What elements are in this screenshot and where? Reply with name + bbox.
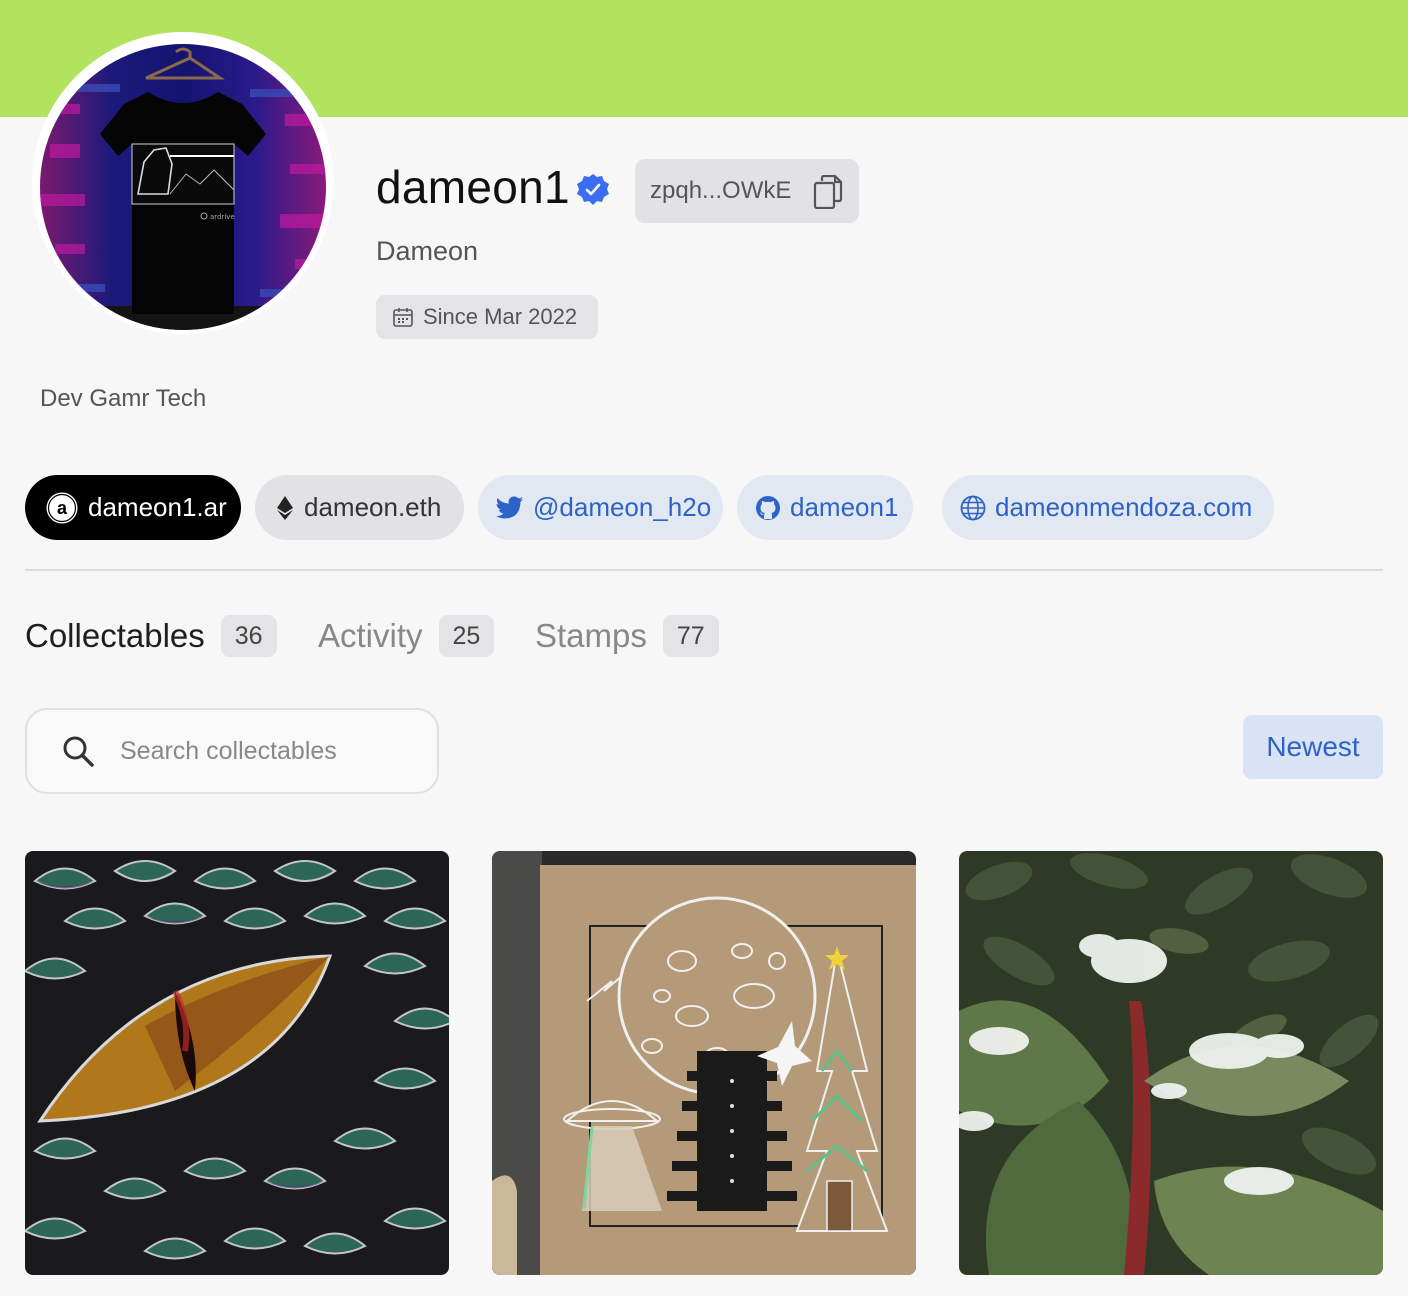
avatar-image: ardrive	[40, 44, 326, 330]
sort-newest-button[interactable]: Newest	[1243, 715, 1383, 779]
twitter-icon	[496, 496, 523, 518]
link-label: @dameon_h2o	[533, 492, 712, 522]
tab-count: 25	[438, 615, 495, 657]
link-label: dameon1.ar	[88, 492, 227, 522]
tab-count: 36	[220, 615, 277, 657]
verified-badge-icon	[577, 174, 609, 205]
tab-label: Collectables	[25, 617, 205, 654]
wallet-address: zpqh...OWkE	[650, 177, 792, 204]
tab-stamps[interactable]: Stamps 77	[535, 612, 719, 660]
link-label: dameon1	[790, 492, 899, 522]
arweave-icon: a	[46, 492, 78, 523]
link-ens-name[interactable]: dameon.eth	[255, 475, 464, 540]
avatar-shirt-text: ardrive	[210, 213, 235, 221]
search-input[interactable]	[120, 736, 420, 766]
ethereum-icon	[277, 495, 293, 520]
link-github[interactable]: dameon1	[737, 475, 913, 540]
calendar-icon	[393, 308, 413, 327]
link-arweave-name[interactable]: a dameon1.ar	[25, 475, 241, 540]
collectable-image-snowy-leaves	[959, 851, 1383, 1275]
tab-collectables[interactable]: Collectables 36	[25, 612, 277, 660]
search-icon	[63, 736, 94, 767]
link-twitter[interactable]: @dameon_h2o	[478, 475, 723, 540]
tab-activity[interactable]: Activity 25	[318, 612, 495, 660]
tab-label: Activity	[318, 617, 423, 654]
collectable-card[interactable]	[492, 851, 916, 1275]
member-since-badge: Since Mar 2022	[376, 295, 598, 339]
divider	[25, 569, 1383, 571]
github-icon	[756, 495, 780, 520]
bio: Dev Gamr Tech	[40, 385, 207, 412]
collectable-card[interactable]	[959, 851, 1383, 1275]
tab-label: Stamps	[535, 617, 647, 654]
link-website[interactable]: dameonmendoza.com	[942, 475, 1274, 540]
avatar: ardrive	[32, 32, 334, 334]
collectable-image-moon-tower	[492, 851, 916, 1275]
copy-icon	[813, 175, 843, 209]
globe-icon	[960, 495, 986, 520]
username: dameon1	[376, 161, 570, 213]
search-box[interactable]	[25, 708, 439, 794]
link-label: dameonmendoza.com	[995, 492, 1253, 522]
wallet-address-copy-button[interactable]: zpqh...OWkE	[635, 159, 859, 223]
collectable-image-dragon-eye	[25, 851, 449, 1275]
collectable-card[interactable]	[25, 851, 449, 1275]
tab-count: 77	[662, 615, 719, 657]
svg-text:a: a	[57, 498, 68, 518]
display-name: Dameon	[376, 236, 479, 266]
member-since-text: Since Mar 2022	[423, 304, 578, 329]
link-label: dameon.eth	[304, 492, 442, 522]
